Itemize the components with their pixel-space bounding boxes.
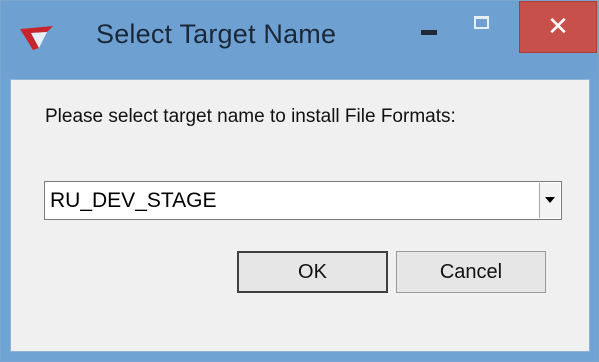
minimize-icon	[421, 30, 437, 35]
title-bar[interactable]: Select Target Name ✕	[1, 1, 598, 79]
target-name-selected-value: RU_DEV_STAGE	[50, 189, 217, 212]
dialog-window: Select Target Name ✕ Please select targe…	[0, 0, 599, 362]
window-title: Select Target Name	[96, 19, 337, 49]
maximize-icon	[474, 16, 489, 29]
maximize-button[interactable]	[457, 1, 507, 55]
target-name-select[interactable]: RU_DEV_STAGE	[44, 181, 562, 220]
dropdown-arrow-button[interactable]	[539, 183, 560, 218]
minimize-button[interactable]	[403, 1, 455, 55]
prompt-label: Please select target name to install Fil…	[45, 106, 456, 127]
close-icon: ✕	[547, 12, 569, 42]
ok-button[interactable]: OK	[237, 251, 388, 293]
cancel-button[interactable]: Cancel	[396, 251, 546, 293]
chevron-down-icon	[545, 197, 555, 203]
dialog-body: Please select target name to install Fil…	[10, 79, 590, 352]
close-button[interactable]: ✕	[519, 1, 597, 53]
app-logo-icon	[17, 23, 57, 53]
